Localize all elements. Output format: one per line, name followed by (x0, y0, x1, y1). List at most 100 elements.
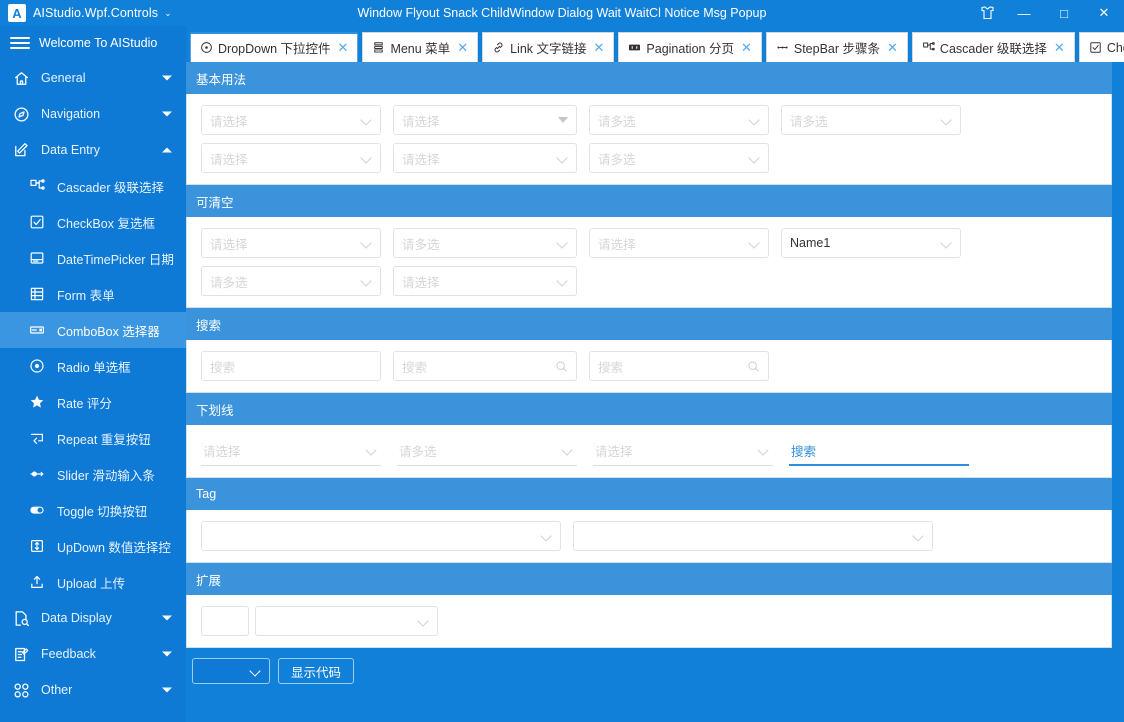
hamburger-menu-icon[interactable] (10, 37, 30, 49)
search-input[interactable]: 搜索 (589, 351, 769, 381)
chevron-down-icon[interactable] (749, 238, 760, 249)
tab-menu[interactable]: Menu 菜单 ✕ (362, 32, 479, 62)
title-menu-text[interactable]: Window Flyout Snack ChildWindow Dialog W… (358, 6, 767, 20)
chevron-down-icon[interactable] (162, 75, 172, 81)
chevron-down-icon[interactable] (162, 111, 172, 117)
sidebar-item-datetimepicker[interactable]: DateTimePicker 日期 (0, 240, 186, 276)
tab-close-icon[interactable]: ✕ (1054, 41, 1065, 54)
tab-close-icon[interactable]: ✕ (741, 41, 752, 54)
tab-close-icon[interactable]: ✕ (338, 41, 349, 54)
chevron-down-icon[interactable] (162, 615, 172, 621)
combobox[interactable]: 搜索 (201, 351, 381, 381)
sidebar-item-checkbox[interactable]: CheckBox 复选框 (0, 204, 186, 240)
app-menu-chevron-down-icon[interactable]: ⌄ (164, 8, 172, 19)
sidebar-item-data[interactable]: Data Display (0, 600, 186, 636)
combobox[interactable]: 请多选 (393, 228, 577, 258)
tab-close-icon[interactable]: ✕ (457, 41, 468, 54)
combobox[interactable]: 请选择 (393, 266, 577, 296)
sidebar-header[interactable]: Welcome To AIStudio (0, 26, 186, 60)
search-input[interactable]: 搜索 (393, 351, 577, 381)
main-pane: DropDown 下拉控件 ✕ Menu 菜单 ✕ Link 文字链接 ✕ Paginati… (186, 26, 1124, 722)
chevron-down-icon[interactable] (361, 153, 372, 164)
triangle-down-icon[interactable] (558, 117, 568, 123)
tab-pagination[interactable]: Pagination 分页 ✕ (618, 32, 762, 62)
show-code-button[interactable]: 显示代码 (278, 658, 355, 684)
tab-close-icon[interactable]: ✕ (594, 41, 605, 54)
combobox[interactable] (201, 521, 561, 551)
section-title: 搜索 (186, 308, 1112, 340)
chevron-down-icon[interactable] (749, 115, 760, 126)
sidebar-item-repeat[interactable]: Repeat 重复按钮 (0, 420, 186, 456)
slider-icon (26, 463, 48, 485)
combobox[interactable]: 请多选 (589, 105, 769, 135)
sidebar-item-toggle[interactable]: Toggle 切换按钮 (0, 492, 186, 528)
sidebar-item-cascader[interactable]: Cascader 级联选择 (0, 168, 186, 204)
tab-close-icon[interactable]: ✕ (887, 41, 898, 54)
chevron-down-icon[interactable] (162, 687, 172, 693)
sidebar-item-slider[interactable]: Slider 滑动输入条 (0, 456, 186, 492)
chevron-down-icon[interactable] (758, 445, 769, 456)
tab-checkl[interactable]: Checkl⌄ (1078, 32, 1124, 62)
placeholder-text: 请多选 (598, 152, 636, 167)
tab-dropdown[interactable]: DropDown 下拉控件 ✕ (190, 32, 359, 62)
sidebar-item-upload[interactable]: Upload 上传 (0, 564, 186, 600)
chevron-down-icon[interactable] (557, 238, 568, 249)
chevron-down-icon[interactable] (361, 238, 372, 249)
sidebar-item-form[interactable]: Form 表单 (0, 276, 186, 312)
combobox[interactable]: 请选择 (201, 228, 381, 258)
chevron-down-icon[interactable] (941, 238, 952, 249)
sidebar-item-combobox[interactable]: ComboBox 选择器 (0, 312, 186, 348)
chevron-down-icon[interactable] (162, 651, 172, 657)
underline-combobox[interactable]: 请多选 (397, 436, 577, 466)
text-input[interactable] (201, 606, 249, 636)
combobox[interactable]: 请选择 (589, 228, 769, 258)
tab-link[interactable]: Link 文字链接 ✕ (482, 32, 615, 62)
combobox[interactable] (573, 521, 933, 551)
chevron-down-icon[interactable] (557, 276, 568, 287)
sidebar-item-updown[interactable]: UpDown 数值选择控 (0, 528, 186, 564)
chevron-down-icon[interactable] (913, 531, 924, 542)
maximize-button[interactable]: □ (1044, 0, 1084, 26)
combobox[interactable]: 请选择 (393, 143, 577, 173)
sidebar-item-navigation[interactable]: Navigation (0, 96, 186, 132)
chevron-down-icon[interactable] (749, 153, 760, 164)
sidebar-item-label: Repeat 重复按钮 (57, 432, 151, 447)
tab-cascader[interactable]: Cascader 级联选择 ✕ (911, 32, 1075, 62)
search-icon[interactable] (555, 360, 568, 373)
combobox[interactable]: Name1 (781, 228, 961, 258)
combobox[interactable]: 请选择 (201, 105, 381, 135)
tab-stepbar[interactable]: StepBar 步骤条 ✕ (765, 32, 908, 62)
minimize-button[interactable]: — (1004, 0, 1044, 26)
chevron-down-icon[interactable] (418, 616, 429, 627)
sidebar-item-other[interactable]: Other (0, 672, 186, 708)
chevron-down-icon[interactable] (941, 115, 952, 126)
sidebar-item-feedback[interactable]: Feedback (0, 636, 186, 672)
sidebar-item-general[interactable]: General (0, 60, 186, 96)
theme-select[interactable] (192, 658, 270, 684)
combobox[interactable]: 请选择 (393, 105, 577, 135)
shirt-icon[interactable] (970, 0, 1004, 26)
link-icon (492, 41, 505, 54)
sidebar-item-data[interactable]: Data Entry (0, 132, 186, 168)
chevron-up-icon[interactable] (162, 147, 172, 153)
chevron-down-icon[interactable] (562, 445, 573, 456)
underline-combobox[interactable]: 搜索 (789, 436, 969, 466)
underline-combobox[interactable]: 请选择 (201, 436, 381, 466)
search-icon[interactable] (747, 360, 760, 373)
combobox[interactable]: 请多选 (201, 266, 381, 296)
combobox[interactable] (255, 606, 438, 636)
chevron-down-icon[interactable] (541, 531, 552, 542)
chevron-down-icon[interactable] (557, 153, 568, 164)
close-button[interactable]: ✕ (1084, 0, 1124, 26)
chevron-down-icon[interactable] (366, 445, 377, 456)
combobox[interactable]: 请选择 (201, 143, 381, 173)
chevron-down-icon[interactable] (361, 276, 372, 287)
combobox[interactable]: 请多选 (589, 143, 769, 173)
combobox[interactable]: 请多选 (781, 105, 961, 135)
chevron-down-icon[interactable] (361, 115, 372, 126)
sidebar-item-radio[interactable]: Radio 单选框 (0, 348, 186, 384)
underline-combobox[interactable]: 请选择 (593, 436, 773, 466)
form-icon (26, 283, 48, 305)
sidebar-item-rate[interactable]: Rate 评分 (0, 384, 186, 420)
placeholder-text: 请选择 (598, 237, 636, 252)
